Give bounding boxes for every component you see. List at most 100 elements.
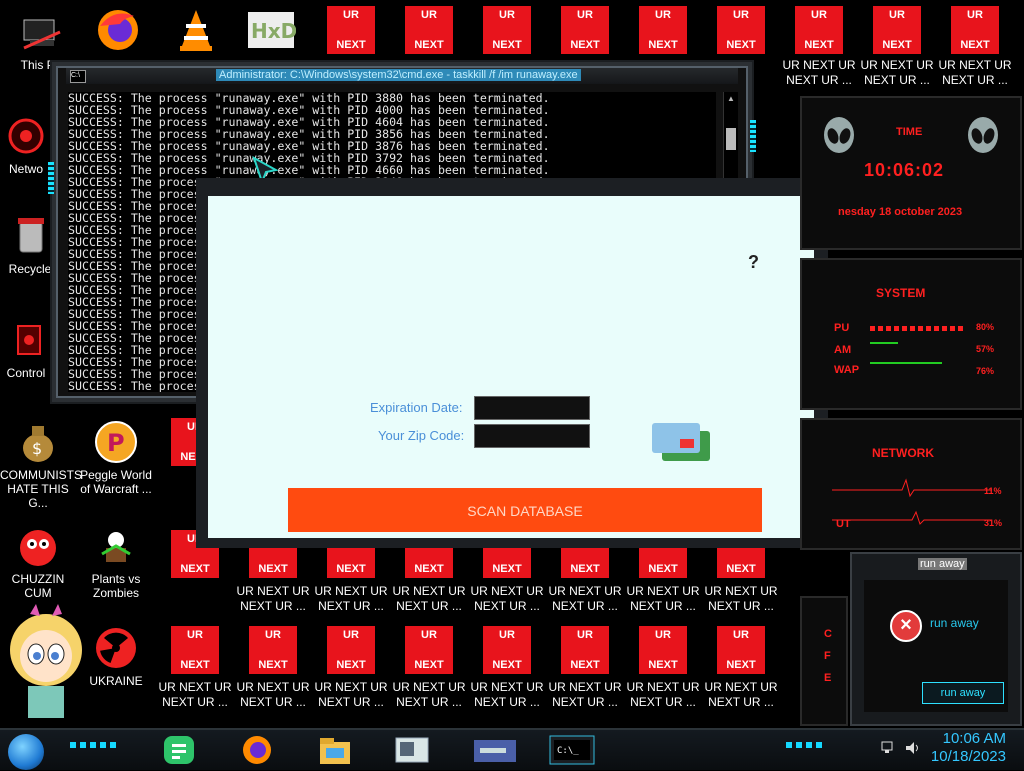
runaway-dialog-body: × run away run away <box>864 580 1008 712</box>
ur-tile-bottom-text: NEXT <box>804 39 834 51</box>
ur-next-tile-icon[interactable]: UR NEXT <box>171 626 219 674</box>
swap-label: WAP <box>834 364 860 376</box>
desktop-icon-label: Netwo <box>8 162 43 176</box>
runaway-dialog-title: run away <box>918 558 967 570</box>
ur-tile-bottom-text: NEXT <box>648 659 678 671</box>
runaway-dialog[interactable]: run away × run away run away <box>850 552 1022 726</box>
ur-tile-bottom-text: NEXT <box>960 39 990 51</box>
cmd-taskbar-icon[interactable]: C:\_ <box>548 734 596 766</box>
ur-next-tile-icon[interactable]: UR NEXT <box>639 6 687 54</box>
ur-next-tile-icon[interactable]: UR NEXT <box>483 6 531 54</box>
runaway-button[interactable]: run away <box>922 682 1004 704</box>
ur-next-tile-icon[interactable]: UR NEXT <box>795 6 843 54</box>
volume-tray-icon[interactable] <box>904 740 920 761</box>
vlc-icon[interactable] <box>172 6 220 54</box>
ur-next-tile-icon[interactable]: UR NEXT <box>561 6 609 54</box>
ur-next-tile-label: UR NEXT UR NEXT UR ... <box>626 680 700 709</box>
zip-code-label: Your Zip Code: <box>378 428 465 443</box>
ram-label: AM <box>834 344 852 356</box>
ur-tile-bottom-text: NEXT <box>648 39 678 51</box>
ur-tile-top-text: UR <box>967 9 983 21</box>
desktop-icon-label: Control <box>6 366 46 380</box>
ur-next-tile-icon[interactable]: UR NEXT <box>639 626 687 674</box>
zip-code-field[interactable] <box>474 424 590 448</box>
credit-cards-icon <box>650 421 714 465</box>
ur-tile-bottom-text: NEXT <box>336 39 366 51</box>
ram-value: 57% <box>976 344 995 354</box>
taskbar-clock[interactable]: 10:06 AM 10/18/2023 <box>931 730 1006 766</box>
ur-tile-bottom-text: NEXT <box>492 659 522 671</box>
expiration-date-label: Expiration Date: <box>370 400 463 415</box>
scroll-thumb[interactable] <box>726 128 736 150</box>
ur-next-tile-icon[interactable]: UR NEXT <box>717 626 765 674</box>
ur-next-tile-label: UR NEXT UR NEXT UR ... <box>392 584 466 613</box>
ur-tile-top-text: UR <box>343 629 359 641</box>
ur-next-tile-icon[interactable]: UR NEXT <box>483 626 531 674</box>
ur-tile-bottom-text: NEXT <box>570 563 600 575</box>
notes-app-icon[interactable] <box>162 734 196 766</box>
desktop-icon-control-panel[interactable]: Control <box>0 318 52 380</box>
runaway-message: run away <box>930 616 979 630</box>
cpu-value: 80% <box>976 322 995 332</box>
ur-next-tile-icon[interactable]: UR NEXT <box>561 626 609 674</box>
cmd-led-right <box>750 120 756 152</box>
card-app-taskbar-icon[interactable] <box>470 734 520 766</box>
ur-next-tile-label: UR NEXT UR NEXT UR ... <box>548 680 622 709</box>
ur-next-tile-icon[interactable]: UR NEXT <box>873 6 921 54</box>
start-button[interactable] <box>8 734 44 770</box>
ur-next-tile-icon[interactable]: UR NEXT <box>951 6 999 54</box>
ur-next-tile-label: UR NEXT UR NEXT UR ... <box>470 680 544 709</box>
system-gadget: SYSTEM PU 80% AM 57% WAP 76% <box>800 258 1022 410</box>
scanner-window[interactable]: ? Expiration Date: Your Zip Code: SCAN D… <box>196 178 828 548</box>
svg-text:$: $ <box>32 439 42 458</box>
desktop-icon-peggle[interactable]: P Peggle World of Warcraft ... <box>78 420 154 496</box>
ur-next-tile-label: UR NEXT UR NEXT UR ... <box>782 58 856 87</box>
firefox-desktop-icon[interactable] <box>94 6 142 54</box>
taskbar-led-right <box>786 742 826 748</box>
net-out-label: UT <box>836 518 851 530</box>
ur-next-tile-icon[interactable]: UR NEXT <box>249 626 297 674</box>
desktop-icon-communists[interactable]: $ COMMUNISTS HATE THIS G... <box>0 420 82 510</box>
ur-next-tile-label: UR NEXT UR NEXT UR ... <box>314 584 388 613</box>
desktop-icon-label: Peggle World of Warcraft ... <box>80 468 152 496</box>
svg-text:C:\_: C:\_ <box>557 746 579 756</box>
network-gadget: NETWORK 11% UT 31% <box>800 418 1022 550</box>
side-gadget: C F E <box>800 596 848 726</box>
scan-database-button[interactable]: SCAN DATABASE <box>288 488 762 532</box>
plants-vs-zombies-icon <box>94 524 138 568</box>
ur-tile-bottom-text: NEXT <box>492 39 522 51</box>
ur-tile-top-text: UR <box>421 629 437 641</box>
file-explorer-icon[interactable] <box>318 734 352 766</box>
clock-date: 10/18/2023 <box>930 748 1006 765</box>
desktop-icon-chuzzin[interactable]: CHUZZIN CUM <box>0 524 76 600</box>
ur-next-tile-icon[interactable]: UR NEXT <box>327 626 375 674</box>
hxd-icon[interactable]: HxD <box>248 10 297 50</box>
scroll-up-icon[interactable]: ▲ <box>724 94 738 104</box>
cmd-title-bar[interactable]: C:\ Administrator: C:\Windows\system32\c… <box>66 68 738 84</box>
ur-tile-top-text: UR <box>655 9 671 21</box>
ur-tile-top-text: UR <box>187 629 203 641</box>
ur-next-tile-icon[interactable]: UR NEXT <box>405 6 453 54</box>
cpu-label: PU <box>834 322 850 334</box>
swap-value: 76% <box>976 366 995 376</box>
desktop-icon-label: Recycle <box>8 262 52 276</box>
network-tray-icon[interactable] <box>880 740 896 761</box>
desktop-icon-recycle-bin[interactable]: Recycle <box>0 214 60 276</box>
expiration-date-field[interactable] <box>474 396 590 420</box>
ur-tile-bottom-text: NEXT <box>414 39 444 51</box>
ur-next-tile-label: UR NEXT UR NEXT UR ... <box>860 58 934 87</box>
ur-next-tile-icon[interactable]: UR NEXT <box>717 6 765 54</box>
side-label-2: F <box>824 650 831 662</box>
ur-next-tile-icon[interactable]: UR NEXT <box>405 626 453 674</box>
scanner-taskbar-icon[interactable] <box>392 734 432 766</box>
chuzzle-icon <box>16 524 60 568</box>
desktop-icon-network[interactable]: Netwo <box>0 114 52 176</box>
firefox-taskbar-icon[interactable] <box>240 734 274 766</box>
ur-next-tile-icon[interactable]: UR NEXT <box>327 6 375 54</box>
desktop-icon-label: COMMUNISTS HATE THIS G... <box>0 468 82 510</box>
ur-tile-bottom-text: NEXT <box>180 659 210 671</box>
control-panel-icon <box>4 318 48 362</box>
desktop-icon-plants-vs-zombies[interactable]: Plants vs Zombies <box>78 524 154 600</box>
ur-tile-bottom-text: NEXT <box>726 563 756 575</box>
network-icon <box>4 114 48 158</box>
